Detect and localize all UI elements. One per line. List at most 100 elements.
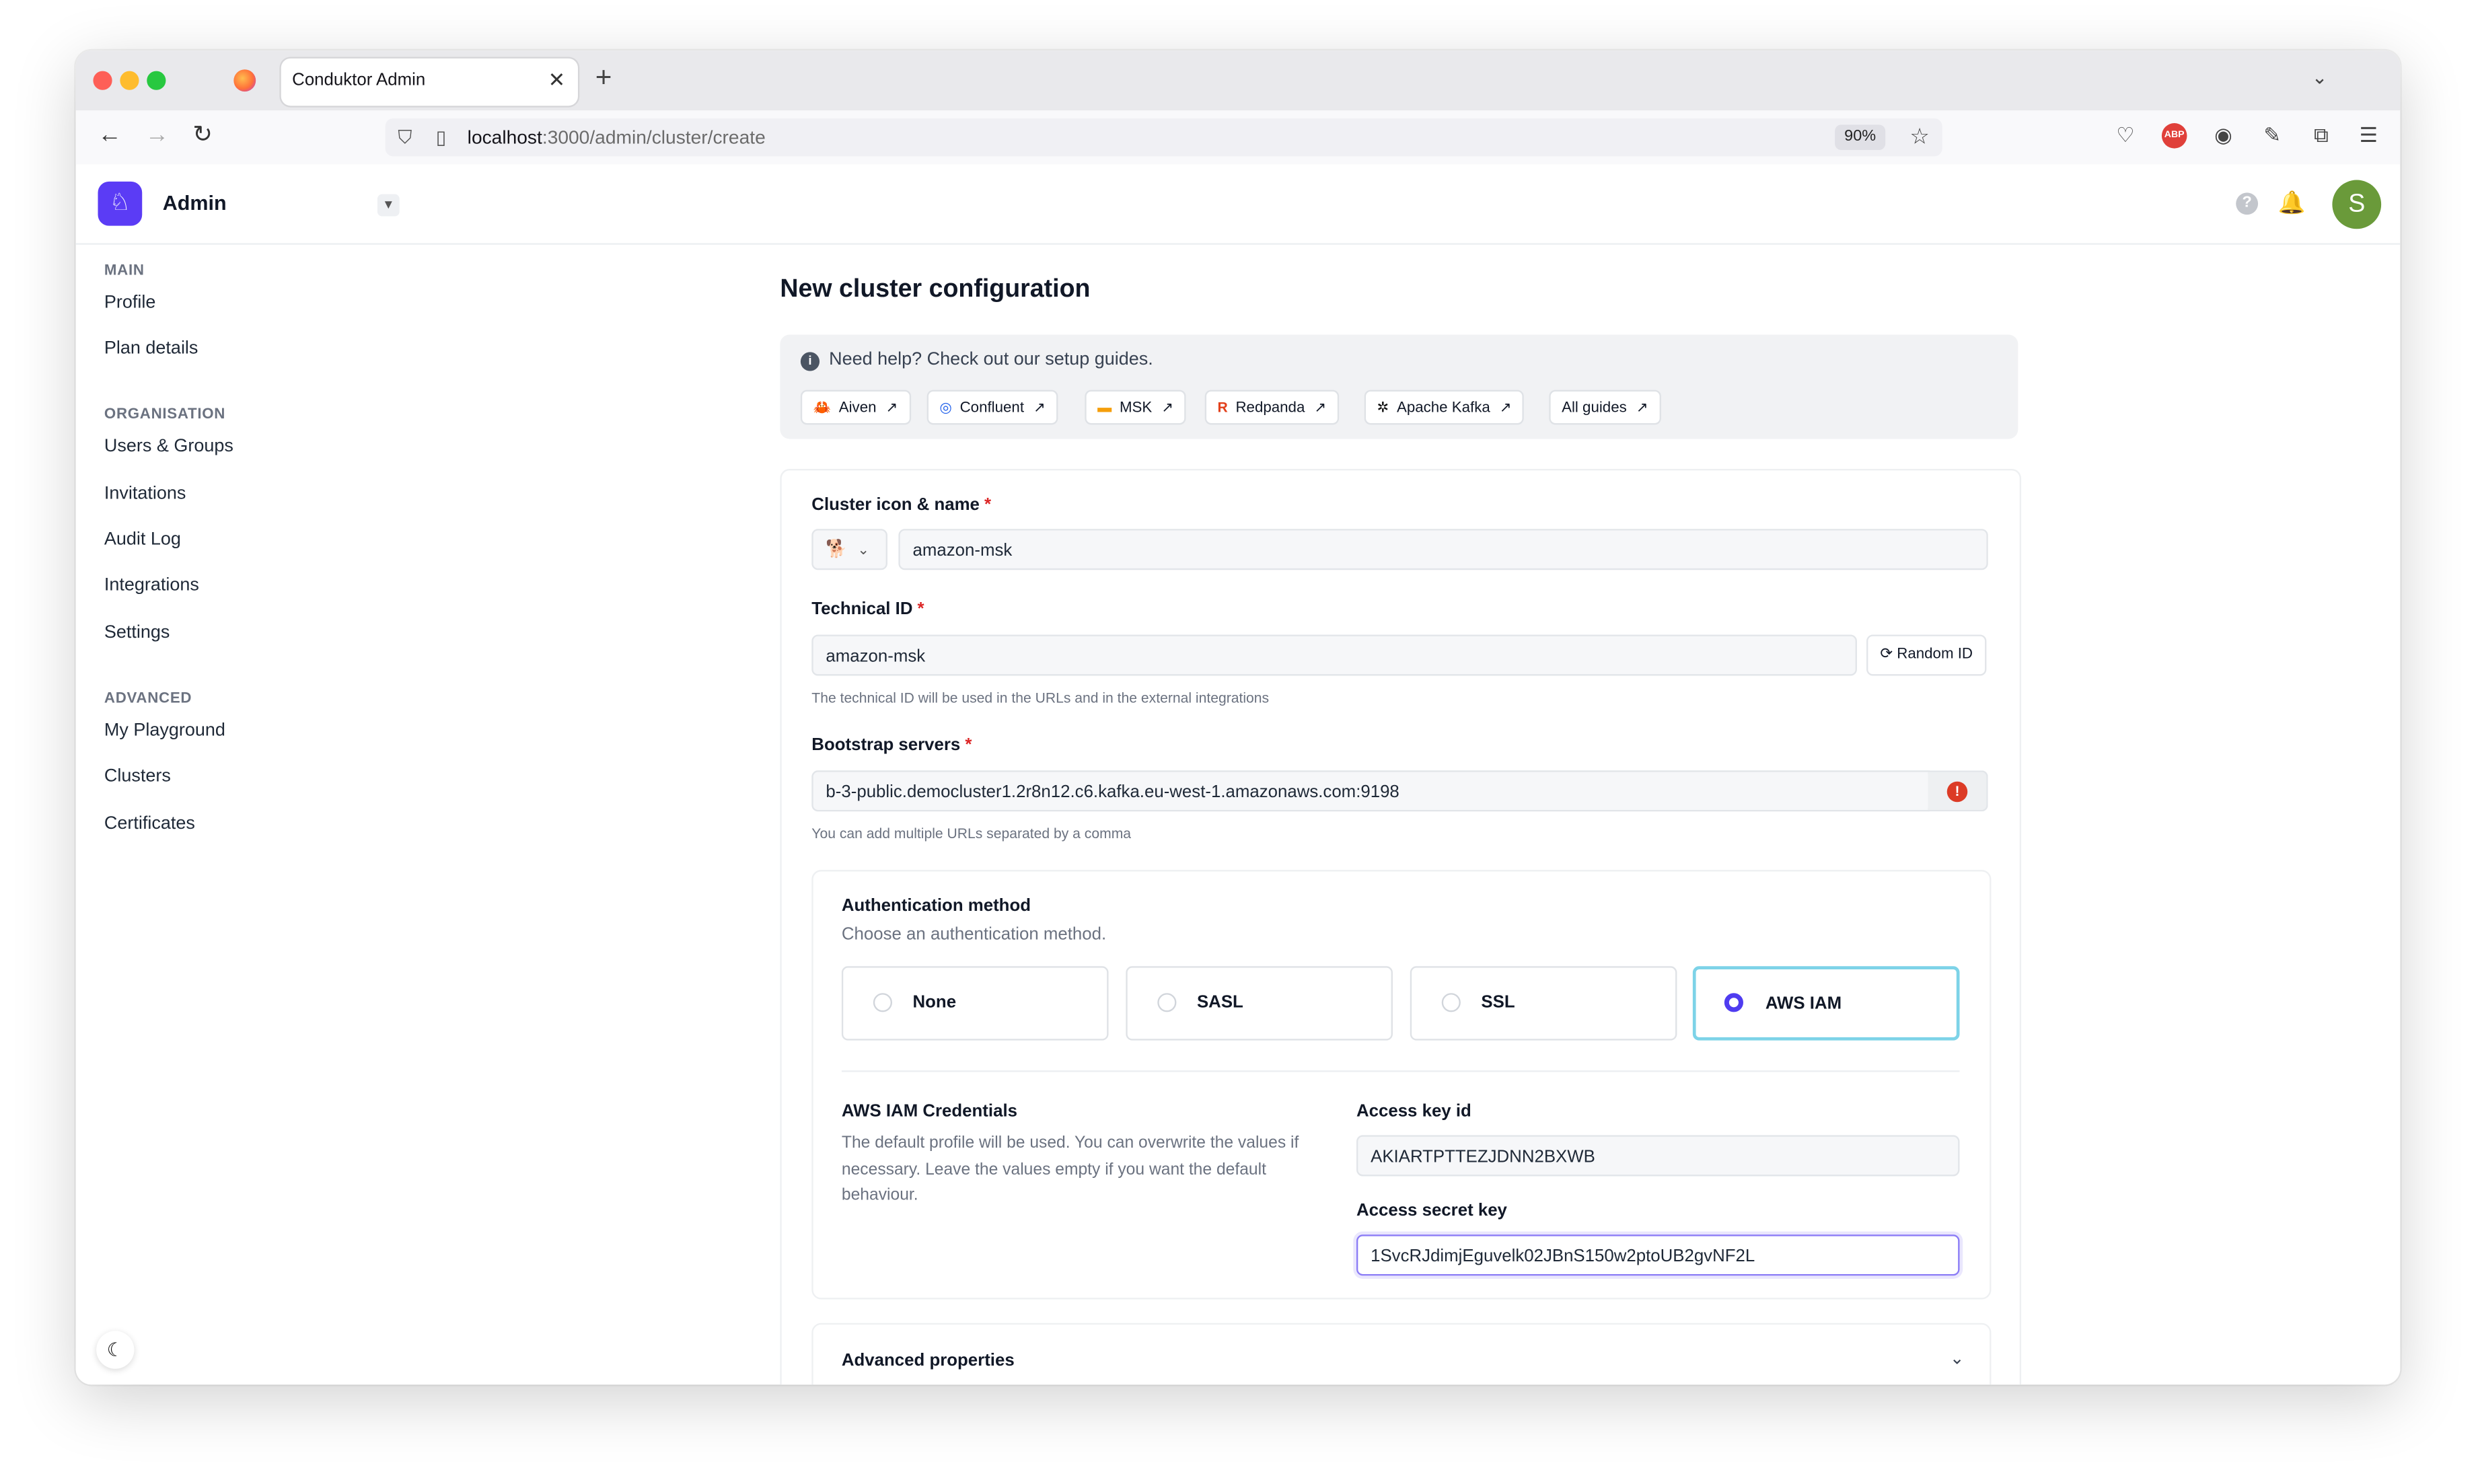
guide-label: Aiven	[838, 399, 877, 417]
radio-sasl[interactable]	[1157, 993, 1177, 1012]
radio-aws-iam[interactable]	[1724, 993, 1743, 1012]
browser-tab-bar: Conduktor Admin ✕ + ⌄	[75, 50, 2401, 111]
page-icon: ▯	[435, 126, 447, 149]
menu-icon[interactable]: ☰	[2356, 123, 2382, 149]
setup-guides-box: i Need help? Check out our setup guides.…	[780, 334, 2018, 439]
access-secret-key-input[interactable]: 1SvcRJdimjEguvelk02JBnS150w2ptoUB2gvNF2L	[1356, 1234, 1960, 1276]
bookmark-star-icon[interactable]: ☆	[1909, 123, 1929, 150]
auth-option-ssl[interactable]: SSL	[1410, 966, 1677, 1041]
guide-link-apache-kafka[interactable]: ✲ Apache Kafka ↗	[1364, 389, 1525, 425]
access-key-id-input[interactable]: AKIARTPTTEZJDNN2BXWB	[1356, 1135, 1960, 1177]
user-avatar[interactable]: S	[2332, 180, 2382, 229]
cluster-name-input[interactable]: amazon-msk	[898, 529, 1988, 570]
refresh-icon: ⟳	[1880, 645, 1893, 663]
radio-none[interactable]	[873, 993, 892, 1012]
app-title: Admin	[162, 190, 227, 215]
guide-link-msk[interactable]: ▬ MSK ↗	[1085, 389, 1186, 425]
minimize-window-button[interactable]	[120, 71, 139, 90]
advanced-properties-section[interactable]: Advanced properties ⌄	[811, 1323, 1992, 1385]
sidebar-item-my-playground[interactable]: My Playground	[104, 722, 225, 741]
random-id-button[interactable]: ⟳ Random ID	[1866, 634, 1987, 676]
bootstrap-servers-hint: You can add multiple URLs separated by a…	[811, 825, 1132, 842]
aws-icon: ▬	[1097, 399, 1112, 416]
help-icon[interactable]: ?	[2236, 192, 2259, 215]
maximize-window-button[interactable]	[147, 71, 166, 90]
sidebar-item-settings[interactable]: Settings	[104, 624, 170, 642]
main-content: New cluster configuration i Need help? C…	[780, 245, 2022, 1385]
technical-id-input[interactable]: amazon-msk	[811, 634, 1857, 676]
sidebar-item-audit-log[interactable]: Audit Log	[104, 531, 181, 550]
external-link-icon: ↗	[1033, 399, 1046, 416]
sidebar-item-users-groups[interactable]: Users & Groups	[104, 437, 233, 456]
sidebar-item-clusters[interactable]: Clusters	[104, 768, 171, 786]
url-host: localhost	[467, 126, 542, 149]
bootstrap-servers-input[interactable]: b-3-public.democluster1.2r8n12.c6.kafka.…	[811, 770, 1930, 812]
auth-option-label: AWS IAM	[1765, 994, 1842, 1014]
sidebar-section-main: MAIN	[104, 262, 145, 280]
conduktor-logo-icon[interactable]: ♘	[98, 181, 143, 226]
forward-arrow-icon[interactable]: →	[145, 122, 169, 149]
cluster-name-label: Cluster icon & name *	[811, 495, 992, 515]
guide-link-confluent[interactable]: ◎ Confluent ↗	[926, 389, 1058, 425]
app: ♘ Admin ▼ ? 🔔 S MAIN Profile Plan detail…	[75, 164, 2401, 1385]
extension-icon[interactable]: ◉	[2211, 123, 2236, 149]
back-arrow-icon[interactable]: ←	[98, 122, 122, 149]
aiven-icon: 🦀	[813, 399, 831, 416]
url-text[interactable]: localhost:3000/admin/cluster/create	[468, 126, 766, 149]
confluent-icon: ◎	[939, 399, 952, 416]
sidebar-item-certificates[interactable]: Certificates	[104, 815, 195, 833]
sidebar: MAIN Profile Plan details ORGANISATION U…	[76, 245, 408, 1384]
guide-label: Redpanda	[1235, 399, 1305, 417]
auth-option-label: SASL	[1196, 993, 1243, 1012]
close-window-button[interactable]	[93, 71, 112, 90]
auth-option-aws-iam[interactable]: AWS IAM	[1692, 966, 1960, 1041]
external-link-icon: ↗	[1636, 399, 1648, 416]
reload-icon[interactable]: ↻	[192, 122, 213, 149]
sidebar-item-plan-details[interactable]: Plan details	[104, 340, 198, 359]
pocket-icon[interactable]: ♡	[2113, 123, 2138, 149]
page-title: New cluster configuration	[780, 276, 1091, 303]
guide-label: All guides	[1562, 399, 1627, 417]
auth-option-label: None	[912, 993, 957, 1012]
zoom-level[interactable]: 90%	[1835, 124, 1886, 150]
external-link-icon: ↗	[885, 399, 898, 416]
extensions-puzzle-icon[interactable]: ⧉	[2308, 123, 2334, 149]
help-text: Need help? Check out our setup guides.	[829, 350, 1153, 370]
app-switcher-dropdown-icon[interactable]: ▼	[377, 194, 400, 217]
firefox-icon	[233, 69, 256, 92]
external-link-icon: ↗	[1499, 399, 1512, 416]
guide-link-aiven[interactable]: 🦀 Aiven ↗	[800, 389, 911, 425]
tab-list-chevron-icon[interactable]: ⌄	[2312, 67, 2328, 89]
auth-option-none[interactable]: None	[841, 966, 1109, 1041]
address-bar[interactable]: ⛉ ▯ localhost:3000/admin/cluster/create …	[385, 118, 1942, 157]
auth-option-sasl[interactable]: SASL	[1126, 966, 1393, 1041]
guide-link-redpanda[interactable]: R Redpanda ↗	[1204, 389, 1339, 425]
tab-title: Conduktor Admin	[292, 71, 426, 90]
new-tab-icon[interactable]: +	[595, 63, 612, 91]
technical-id-hint: The technical ID will be used in the URL…	[811, 690, 1270, 706]
radio-ssl[interactable]	[1441, 993, 1461, 1012]
shield-icon[interactable]: ⛉	[398, 126, 412, 150]
url-path: :3000/admin/cluster/create	[542, 126, 766, 149]
bell-icon[interactable]: 🔔	[2278, 190, 2306, 217]
dog-icon: 🐕	[826, 540, 848, 559]
app-header: ♘ Admin ▼ ? 🔔 S	[75, 164, 2401, 245]
browser-tab[interactable]: Conduktor Admin ✕	[281, 58, 578, 106]
cluster-icon-select[interactable]: 🐕 ⌄	[811, 529, 887, 570]
eyedropper-icon[interactable]: ✎	[2259, 123, 2285, 149]
guide-link-all-guides[interactable]: All guides ↗	[1549, 389, 1661, 425]
chevron-down-icon[interactable]: ⌄	[1950, 1348, 1965, 1369]
chevron-down-icon: ⌄	[857, 541, 870, 558]
cluster-form-card: Cluster icon & name * 🐕 ⌄ amazon-msk Techn…	[780, 469, 2022, 1385]
close-tab-icon[interactable]: ✕	[548, 68, 566, 94]
aws-credentials-description: The default profile will be used. You ca…	[841, 1134, 1299, 1205]
sidebar-item-profile[interactable]: Profile	[104, 294, 156, 313]
sidebar-item-integrations[interactable]: Integrations	[104, 577, 199, 595]
auth-method-title: Authentication method	[841, 897, 1031, 916]
adblock-icon[interactable]: ABP	[2161, 123, 2187, 149]
sidebar-item-invitations[interactable]: Invitations	[104, 484, 186, 503]
dark-mode-toggle-moon-icon[interactable]: ☾	[96, 1331, 135, 1369]
info-icon: i	[800, 352, 820, 371]
external-link-icon: ↗	[1161, 399, 1174, 416]
guide-label: MSK	[1119, 399, 1153, 417]
